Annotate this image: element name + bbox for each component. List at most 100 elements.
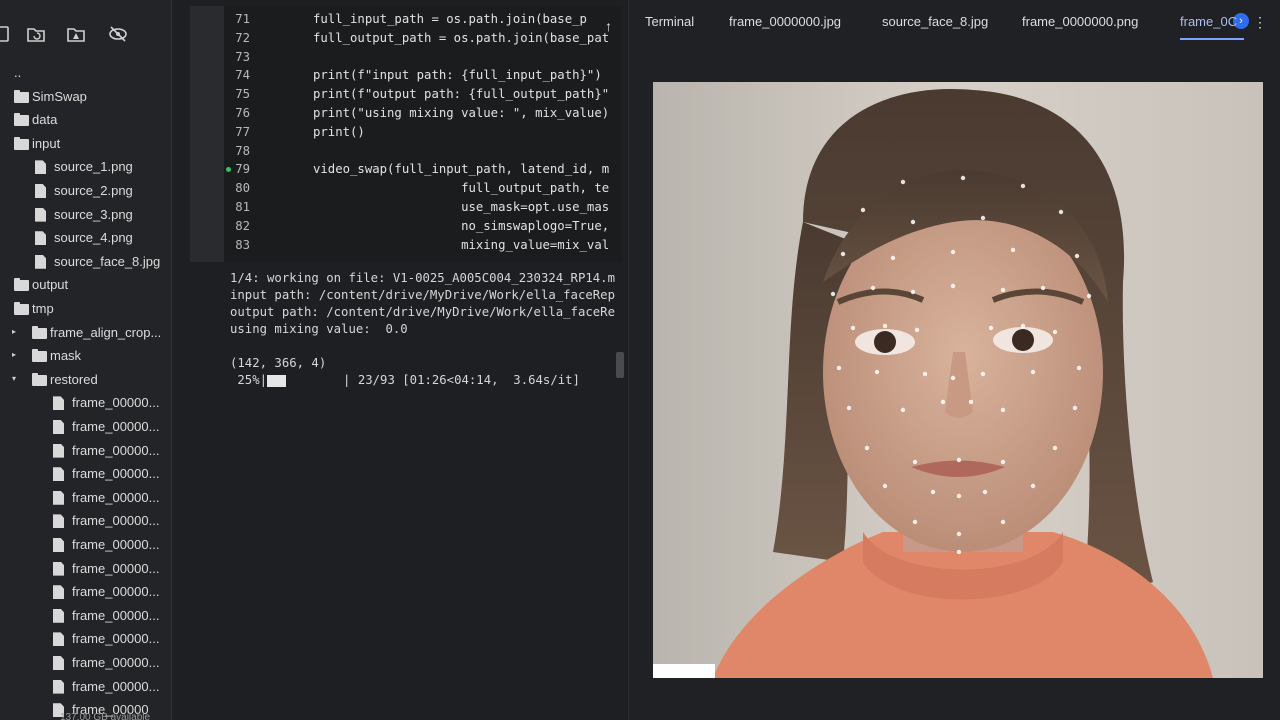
file-item[interactable]: frame_00000...	[0, 487, 171, 509]
file-item[interactable]: source_3.png	[0, 204, 171, 226]
tab-2[interactable]: frame_0000000.jpg	[729, 14, 841, 29]
line-number: 74	[235, 68, 250, 83]
file-browser-toolbar	[0, 18, 171, 50]
code-line: 73	[190, 48, 622, 67]
landmark-dot	[1052, 329, 1058, 335]
folder-item[interactable]: ..	[0, 62, 171, 84]
landmark-dot	[1052, 445, 1058, 451]
file-item[interactable]: source_1.png	[0, 156, 171, 178]
tree-item-label: source_1.png	[54, 159, 133, 175]
file-item[interactable]: frame_00000...	[0, 416, 171, 438]
file-item[interactable]: frame_00000...	[0, 581, 171, 603]
cell-output: 1/4: working on file: V1-0025_A005C004_2…	[230, 270, 620, 389]
code-text: mixing_value=mix_val	[313, 237, 610, 252]
tree-item-label: frame_00000...	[72, 466, 160, 482]
landmark-dot	[830, 291, 836, 297]
tree-item-label: frame_00000...	[72, 655, 160, 670]
code-line: 81 use_mask=opt.use_mas	[190, 198, 622, 217]
line-number: 73	[235, 49, 250, 64]
file-item[interactable]: frame_00000...	[0, 510, 171, 532]
code-line: 82 no_simswaplogo=True,	[190, 217, 622, 236]
file-icon	[35, 184, 46, 198]
folder-icon	[14, 278, 29, 292]
landmark-dot	[1072, 405, 1078, 411]
code-line: 74 print(f"input path: {full_input_path}"…	[190, 66, 622, 85]
code-cell[interactable]: ↑ 71 full_input_path = os.path.join(base_…	[190, 6, 622, 262]
line-number: 77	[235, 124, 250, 139]
file-item[interactable]: source_face_8.jpg	[0, 251, 171, 273]
landmark-dot	[940, 399, 946, 405]
tree-item-label: source_4.png	[54, 230, 133, 246]
file-item[interactable]: source_4.png	[0, 227, 171, 249]
line-number: 72	[235, 30, 250, 45]
tab-5[interactable]: frame_0C	[1180, 14, 1237, 29]
code-text: print("using mixing value: ", mix_value)	[313, 106, 610, 120]
landmark-dot	[1010, 247, 1016, 253]
landmark-dot	[1000, 459, 1006, 465]
hide-icon[interactable]	[106, 22, 130, 46]
tree-item-label: frame_00000...	[72, 560, 160, 576]
folder-item[interactable]: ▾ restored	[0, 369, 171, 391]
code-line: 80 full_output_path, te	[190, 179, 622, 198]
tree-item-label: source_3.png	[54, 206, 133, 222]
landmark-dot	[882, 483, 888, 489]
landmark-dot	[910, 289, 916, 295]
file-icon	[53, 608, 64, 623]
chevron-right-icon[interactable]: ▸	[12, 327, 16, 336]
code-line: 79 video_swap(full_input_path, latend_id,…	[190, 160, 622, 179]
upload-icon[interactable]	[0, 22, 14, 46]
file-item[interactable]: frame_00000...	[0, 558, 171, 580]
more-options-icon[interactable]: ⋮	[1253, 14, 1267, 31]
folder-item[interactable]: input	[0, 133, 171, 155]
line-number: 80	[235, 181, 250, 196]
file-item[interactable]: frame_00000...	[0, 628, 171, 650]
folder-item[interactable]: output	[0, 274, 171, 296]
code-line: 72 full_output_path = os.path.join(base_p…	[190, 29, 622, 48]
folder-item[interactable]: ▸ frame_align_crop...	[0, 322, 171, 344]
landmark-dot	[950, 283, 956, 289]
line-number: 78	[235, 143, 250, 158]
landmark-dot	[950, 249, 956, 255]
drive-icon[interactable]	[64, 22, 88, 46]
folder-item[interactable]: data	[0, 109, 171, 131]
tab-3[interactable]: source_face_8.jpg	[882, 14, 988, 29]
file-icon	[53, 632, 64, 647]
refresh-folder-icon[interactable]	[24, 22, 48, 46]
folder-item[interactable]: ▸ mask	[0, 345, 171, 367]
file-item[interactable]: frame_00000...	[0, 676, 171, 698]
landmark-dot	[912, 459, 918, 465]
folder-item[interactable]: SimSwap	[0, 86, 171, 108]
file-browser-sidebar: .. SimSwap data input source_1.png source_2.p…	[0, 0, 172, 720]
file-item[interactable]: frame_00000...	[0, 440, 171, 462]
tree-item-label: frame_00000...	[72, 513, 160, 529]
tree-item-label: source_face_8.jpg	[54, 253, 161, 269]
tab-1[interactable]: Terminal	[645, 14, 694, 29]
file-item[interactable]: frame_00000...	[0, 605, 171, 627]
output-scrollbar[interactable]	[616, 352, 624, 378]
disk-space-label: 137.00 GB available	[60, 712, 151, 720]
code-line: 75 print(f"output path: {full_output_path…	[190, 85, 622, 104]
landmark-dot	[846, 405, 852, 411]
landmark-dot	[1086, 293, 1092, 299]
file-item[interactable]: frame_00000...	[0, 534, 171, 556]
progress-bar	[267, 374, 343, 387]
chevron-down-icon[interactable]: ▾	[12, 374, 16, 383]
line-number: 71	[235, 12, 250, 26]
code-text: video_swap(full_input_path, latend_id, m	[313, 162, 610, 177]
landmark-dot	[850, 325, 856, 331]
tab-4[interactable]: frame_0000000.png	[1022, 14, 1138, 29]
landmark-dot	[980, 371, 986, 377]
file-icon	[35, 160, 46, 175]
file-icon	[53, 396, 64, 411]
file-item[interactable]: source_2.png	[0, 180, 171, 202]
image-overlay-block	[653, 664, 715, 678]
active-tab-indicator	[1180, 38, 1244, 40]
file-item[interactable]: frame_00000...	[0, 392, 171, 414]
chevron-right-icon[interactable]: ▸	[12, 350, 16, 359]
face-landmark-image	[653, 82, 1263, 678]
file-item[interactable]: frame_00000...	[0, 652, 171, 674]
file-item[interactable]: frame_00000...	[0, 463, 171, 485]
folder-item[interactable]: tmp	[0, 298, 171, 320]
tree-item-label: frame_00000...	[72, 395, 160, 411]
code-line: 77 print()	[190, 123, 622, 142]
